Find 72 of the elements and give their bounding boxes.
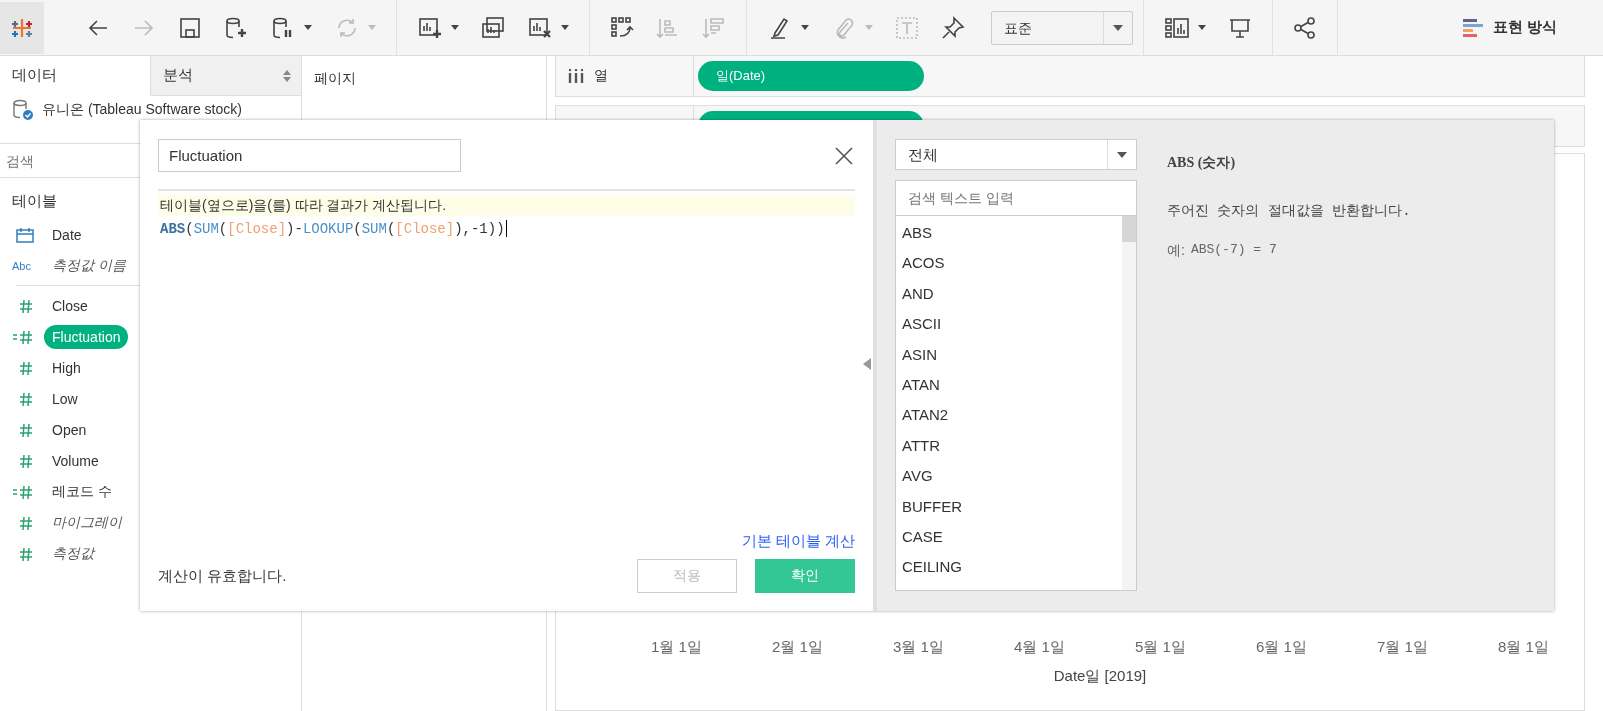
database-icon [12,99,34,121]
columns-icon [568,69,584,83]
axis-title: Date일 [2019] [1052,666,1148,686]
caret-icon [561,25,569,30]
example-label: 예: [1167,242,1185,260]
function-item[interactable]: BUFFER [896,491,1122,522]
formula-editor[interactable]: 테이블(옆으로)을(를) 따라 결과가 계산됩니다. ABS(SUM([Close])-LOOKUP(SUM([Close]),-1)) [158,189,855,532]
function-item[interactable]: ABS [896,218,1122,249]
table-calc-link[interactable]: 기본 테이블 계산 [741,532,855,551]
field-item[interactable]: Close [44,293,96,318]
field-item[interactable]: High [44,355,89,380]
field-item[interactable]: Volume [44,448,107,473]
function-search-field[interactable]: 검색 텍스트 입력 [895,180,1137,216]
pin-icon [940,14,966,41]
fit-dropdown[interactable]: 표준 [991,10,1133,45]
axis-label: 5월 1일 [1135,638,1186,657]
field-item[interactable]: Low [44,386,86,411]
search-field[interactable]: 검색 [0,151,128,170]
field-item[interactable]: Date [44,222,90,247]
shelf-label: 열 [594,67,608,85]
caret-icon[interactable] [1117,151,1127,158]
function-item[interactable]: ACOS [896,248,1122,279]
function-item[interactable]: ASIN [896,339,1122,370]
field-item[interactable]: 마이그레이 [44,509,130,536]
collapse-icon[interactable] [863,358,871,370]
function-item[interactable]: CEILING [896,552,1122,583]
function-item[interactable]: ASCII [896,309,1122,340]
up-down-icon [283,69,291,82]
axis-label: 8월 1일 [1498,638,1549,657]
name-field[interactable]: Fluctuation [158,139,461,172]
function-item[interactable]: ATAN2 [896,400,1122,431]
text-icon [894,14,920,41]
caret-icon [801,25,809,30]
caret-icon[interactable] [1113,24,1123,31]
pane-tab[interactable]: 분석 [151,56,301,96]
function-item[interactable]: CASE [896,521,1122,553]
scrollbar[interactable] [1122,216,1136,590]
axis-label: 3월 1일 [893,638,944,657]
axis-label: 7월 1일 [1377,638,1428,657]
field-item[interactable]: 레코드 수 [44,478,120,505]
axis-label: 1월 1일 [651,638,702,657]
function-item[interactable]: AND [896,278,1122,310]
field-item[interactable]: Open [44,417,95,442]
axis-label: 2월 1일 [772,638,823,657]
shelf-title: 페이지 [313,69,357,88]
help-description: 주어진 숫자의 절대값을 반환합니다. [1167,202,1412,220]
caret-icon [451,25,459,30]
caret-icon [865,25,873,30]
share-icon [1292,14,1318,41]
data-source-name[interactable]: 유니온 (Tableau Software stock) [42,101,242,119]
formula-text: ABS(SUM([Close])-LOOKUP(SUM([Close]),-1)) [159,219,508,239]
caret-icon [304,25,312,30]
type-label: Abc [12,259,32,272]
close-icon[interactable] [835,146,853,165]
field-item[interactable]: 측정값 [44,540,102,567]
field-item[interactable]: 측정값 이름 [44,252,134,279]
duplicate-icon [480,14,506,41]
help-title: ABS (숫자) [1167,154,1237,172]
hint-text: 테이블(옆으로)을(를) 따라 결과가 계산됩니다. [158,195,855,216]
bar-chart-icon [1462,17,1485,38]
axis-label: 4월 1일 [1014,638,1065,657]
show-me-button[interactable]: 표현 방식 [1456,16,1563,39]
function-item[interactable]: ATTR [896,430,1122,462]
function-item[interactable]: ATAN [896,369,1122,401]
section-title: 테이블 [12,192,57,211]
axis-label: 6월 1일 [1256,638,1307,657]
caret-icon [368,25,376,30]
category-dropdown[interactable]: 전체 [895,139,1137,170]
example-code: ABS(-7) = 7 [1190,242,1277,259]
status-text: 계산이 유효합니다. [158,566,288,586]
function-item[interactable]: AVG [896,461,1122,492]
caret-icon [1198,25,1206,30]
